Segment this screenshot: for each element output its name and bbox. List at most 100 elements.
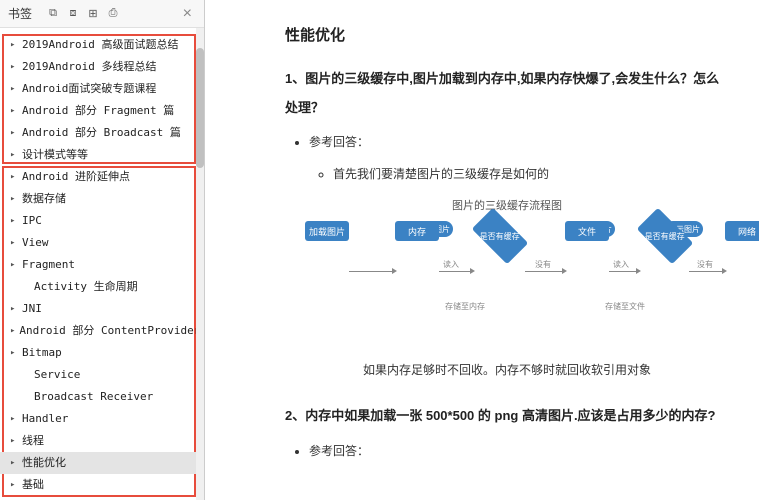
outline-item[interactable]: ▸Handler xyxy=(0,408,204,430)
question-1: 1、图片的三级缓存中,图片加载到内存中,如果内存快爆了,会发生什么？怎么处理？ xyxy=(285,65,729,122)
edge-label: 读入 xyxy=(613,259,629,270)
outline-item[interactable]: ▸Android 部分 Broadcast 篇 xyxy=(0,122,204,144)
node-hascache2: 是否有缓存 xyxy=(637,208,694,265)
chevron-right-icon: ▸ xyxy=(10,37,18,53)
chevron-right-icon: ▸ xyxy=(10,345,18,361)
edge xyxy=(689,271,723,272)
expand-icon[interactable]: ⧉ xyxy=(46,7,60,21)
edge-label: 存储至文件 xyxy=(605,301,645,312)
outline-item[interactable]: ▸Android 进阶延伸点 xyxy=(0,166,204,188)
chevron-right-icon: ▸ xyxy=(10,169,18,185)
outline-item[interactable]: Service xyxy=(0,364,204,386)
outline-item-label: Handler xyxy=(22,411,68,427)
answer-1-lead: 参考回答： xyxy=(309,132,729,154)
outline-item[interactable]: ▸Bitmap xyxy=(0,342,204,364)
question-2: 2、内存中如果加载一张 500*500 的 png 高清图片.应该是占用多少的内… xyxy=(285,402,729,431)
edge-label: 没有 xyxy=(535,259,551,270)
collapse-icon[interactable]: ⧈ xyxy=(66,7,80,21)
outline-list: ▸2019Android 高级面试题总结▸2019Android 多线程总结▸A… xyxy=(0,28,204,500)
outline-item[interactable]: ▸Android 部分 ContentProvider 篇 xyxy=(0,320,204,342)
outline-item-label: 性能优化 xyxy=(22,455,66,471)
outline-item-label: 2019Android 高级面试题总结 xyxy=(22,37,178,53)
outline-item-label: Broadcast Receiver xyxy=(34,389,153,405)
node-load: 加载图片 xyxy=(305,221,349,241)
outline-item[interactable]: ▸2019Android 高级面试题总结 xyxy=(0,34,204,56)
sidebar-header: 书签 ⧉ ⧈ ⊞ ⎙ × xyxy=(0,0,204,28)
chevron-right-icon: ▸ xyxy=(10,411,18,427)
chevron-right-icon: ▸ xyxy=(10,323,15,339)
outline-item-label: Service xyxy=(34,367,80,383)
answer-2-lead: 参考回答： xyxy=(309,441,729,463)
node-net: 网络 xyxy=(725,221,759,241)
edge xyxy=(525,271,563,272)
outline-item-label: 设计模式等等 xyxy=(22,147,88,163)
outline-item[interactable]: ▸数据存储 xyxy=(0,188,204,210)
bookmarks-sidebar: 书签 ⧉ ⧈ ⊞ ⎙ × ▸2019Android 高级面试题总结▸2019An… xyxy=(0,0,205,500)
outline-item[interactable]: ▸2019Android 多线程总结 xyxy=(0,56,204,78)
edge xyxy=(349,271,393,272)
chevron-right-icon: ▸ xyxy=(10,477,18,493)
outline-item[interactable]: ▸设计模式等等 xyxy=(0,144,204,166)
outline-item[interactable]: ▸线程 xyxy=(0,430,204,452)
outline-item[interactable]: ▸Android 部分 Fragment 篇 xyxy=(0,100,204,122)
outline-item[interactable]: Activity 生命周期 xyxy=(0,276,204,298)
chevron-right-icon: ▸ xyxy=(10,191,18,207)
answer-1: 参考回答： 首先我们要清楚图片的三级缓存是如何的 xyxy=(309,132,729,185)
node-file: 文件 xyxy=(565,221,609,241)
outline-item-label: Android 进阶延伸点 xyxy=(22,169,130,185)
outline-item-label: Fragment xyxy=(22,257,75,273)
outline-item-label: 数据存储 xyxy=(22,191,66,207)
outline-item-label: 基础 xyxy=(22,477,44,493)
close-icon[interactable]: × xyxy=(179,5,196,23)
edge-label: 读入 xyxy=(443,259,459,270)
add-icon[interactable]: ⊞ xyxy=(86,7,100,21)
chevron-right-icon: ▸ xyxy=(10,103,18,119)
scrollbar-thumb[interactable] xyxy=(196,48,204,168)
edge xyxy=(439,271,471,272)
outline-item-label: Android 部分 ContentProvider 篇 xyxy=(19,323,204,339)
flowchart: 显示图片 显示图片 显示图片 加载图片 内存 是否有缓存 文件 是否有缓存 网络… xyxy=(285,221,729,341)
answer-2: 参考回答： xyxy=(309,441,729,463)
answer-1-sub: 首先我们要清楚图片的三级缓存是如何的 xyxy=(333,164,729,186)
edge-label: 存储至内存 xyxy=(445,301,485,312)
outline-item-label: JNI xyxy=(22,301,42,317)
outline-item-label: Activity 生命周期 xyxy=(34,279,138,295)
content-pane: 性能优化 1、图片的三级缓存中,图片加载到内存中,如果内存快爆了,会发生什么？怎… xyxy=(205,0,759,500)
outline-item-label: Bitmap xyxy=(22,345,62,361)
chevron-right-icon: ▸ xyxy=(10,59,18,75)
node-mem: 内存 xyxy=(395,221,439,241)
chevron-right-icon: ▸ xyxy=(10,147,18,163)
node-hascache: 是否有缓存 xyxy=(472,208,529,265)
outline-item[interactable]: ▸Fragment xyxy=(0,254,204,276)
outline-item[interactable]: ▸JNI xyxy=(0,298,204,320)
page-title: 性能优化 xyxy=(285,24,729,45)
outline-item-label: 2019Android 多线程总结 xyxy=(22,59,156,75)
chevron-right-icon: ▸ xyxy=(10,433,18,449)
chevron-right-icon: ▸ xyxy=(10,81,18,97)
outline-item-label: IPC xyxy=(22,213,42,229)
outline-item-label: Android 部分 Broadcast 篇 xyxy=(22,125,181,141)
chevron-right-icon: ▸ xyxy=(10,125,18,141)
outline-item-label: 线程 xyxy=(22,433,44,449)
chevron-right-icon: ▸ xyxy=(10,301,18,317)
outline-item-label: Android面试突破专题课程 xyxy=(22,81,156,97)
outline-item[interactable]: ▸IPC xyxy=(0,210,204,232)
chevron-right-icon: ▸ xyxy=(10,257,18,273)
sidebar-title: 书签 xyxy=(8,5,32,22)
chevron-right-icon: ▸ xyxy=(10,235,18,251)
options-icon[interactable]: ⎙ xyxy=(106,7,120,21)
outline-item[interactable]: Broadcast Receiver xyxy=(0,386,204,408)
edge xyxy=(609,271,637,272)
chevron-right-icon: ▸ xyxy=(10,213,18,229)
outline-item[interactable]: ▸性能优化 xyxy=(0,452,204,474)
chevron-right-icon: ▸ xyxy=(10,455,18,471)
outline-item-label: Android 部分 Fragment 篇 xyxy=(22,103,174,119)
header-icon-group: ⧉ ⧈ ⊞ ⎙ xyxy=(46,7,120,21)
outline-item[interactable]: ▸View xyxy=(0,232,204,254)
edge-label: 没有 xyxy=(697,259,713,270)
scrollbar-track[interactable] xyxy=(196,28,204,500)
outline-item[interactable]: ▸Android面试突破专题课程 xyxy=(0,78,204,100)
outline-item[interactable]: ▸基础 xyxy=(0,474,204,496)
note-text: 如果内存足够时不回收。内存不够时就回收软引用对象 xyxy=(285,361,729,378)
outline-item-label: View xyxy=(22,235,49,251)
